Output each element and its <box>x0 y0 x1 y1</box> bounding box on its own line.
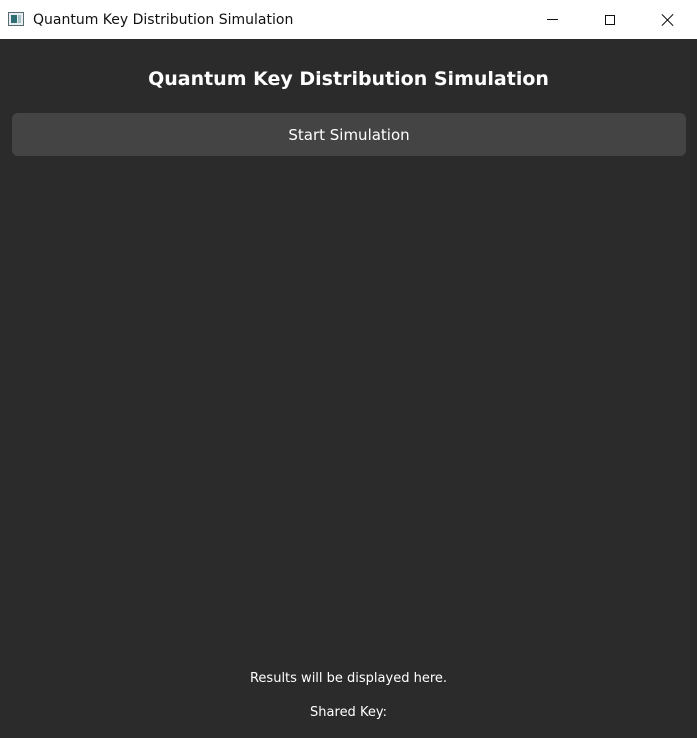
page-title: Quantum Key Distribution Simulation <box>148 68 549 90</box>
start-simulation-label: Start Simulation <box>288 125 410 144</box>
close-icon <box>661 13 675 27</box>
maximize-icon <box>605 14 615 25</box>
start-simulation-button[interactable]: Start Simulation <box>12 113 686 156</box>
app-icon <box>8 12 24 26</box>
maximize-button[interactable] <box>581 0 639 39</box>
close-button[interactable] <box>639 0 697 39</box>
results-label: Results will be displayed here. <box>249 671 448 686</box>
app-window: Quantum Key Distribution Simulation Quan… <box>0 0 697 738</box>
minimize-button[interactable] <box>523 0 581 39</box>
shared-key-label: Shared Key: <box>310 705 387 720</box>
title-bar[interactable]: Quantum Key Distribution Simulation <box>0 0 697 39</box>
window-title: Quantum Key Distribution Simulation <box>33 12 294 28</box>
minimize-icon <box>546 19 558 20</box>
